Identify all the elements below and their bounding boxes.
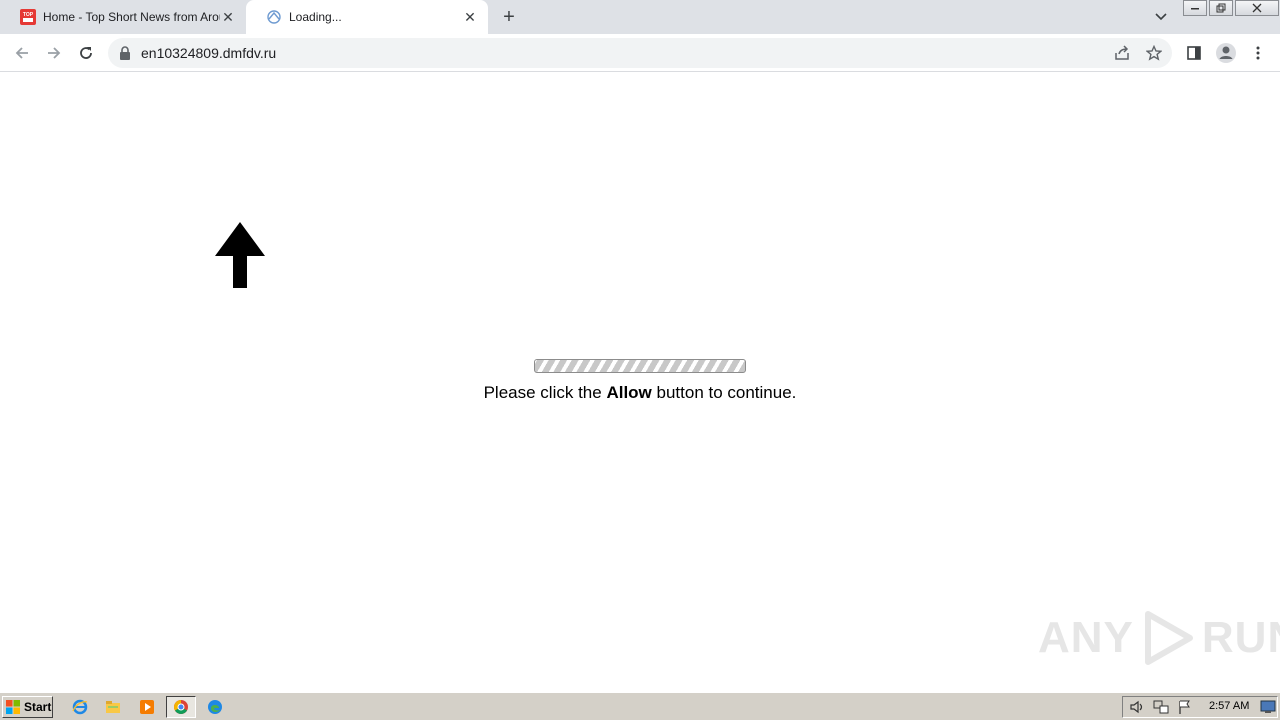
taskbar-clock[interactable]: 2:57 AM <box>1209 700 1249 712</box>
tab-search-icon[interactable] <box>1150 7 1172 27</box>
side-panel-icon[interactable] <box>1182 41 1206 65</box>
browser-toolbar: en10324809.dmfdv.ru <box>0 34 1280 72</box>
windows-taskbar: Start 2:57 AM <box>0 692 1280 720</box>
profile-avatar-icon[interactable] <box>1214 41 1238 65</box>
url-text: en10324809.dmfdv.ru <box>141 45 277 61</box>
tab-title: Home - Top Short News from Around the Wo… <box>43 10 220 24</box>
start-button[interactable]: Start <box>2 696 53 718</box>
window-controls <box>1183 0 1280 16</box>
forward-icon[interactable] <box>42 41 66 65</box>
svg-text:TOP: TOP <box>23 12 34 18</box>
lock-icon[interactable] <box>118 45 132 61</box>
close-icon[interactable]: ✕ <box>462 9 478 25</box>
allow-instruction-message: Please click the Allow button to continu… <box>483 383 797 402</box>
window-close-icon[interactable] <box>1235 0 1279 16</box>
media-player-icon[interactable] <box>137 697 157 717</box>
anyrun-watermark: ANY RUN <box>1038 608 1280 668</box>
reload-icon[interactable] <box>74 41 98 65</box>
minimize-icon[interactable] <box>1183 0 1207 16</box>
windows-logo-icon <box>6 700 20 714</box>
tab-home[interactable]: TOP Home - Top Short News from Around th… <box>0 0 246 34</box>
address-bar[interactable]: en10324809.dmfdv.ru <box>108 38 1172 68</box>
loading-favicon-icon <box>266 9 282 25</box>
internet-explorer-icon[interactable] <box>70 697 90 717</box>
action-center-flag-icon[interactable] <box>1177 699 1193 715</box>
chrome-taskbar-icon[interactable] <box>166 696 196 718</box>
arrow-up-icon <box>215 222 265 288</box>
top-news-favicon-icon: TOP <box>20 9 36 25</box>
volume-icon[interactable] <box>1129 699 1145 715</box>
back-icon[interactable] <box>10 41 34 65</box>
tab-strip: TOP Home - Top Short News from Around th… <box>0 0 1280 34</box>
new-tab-button[interactable]: + <box>498 6 520 28</box>
loading-progress-bar <box>534 359 746 373</box>
show-desktop-icon[interactable] <box>1260 699 1276 715</box>
close-icon[interactable]: ✕ <box>220 9 236 25</box>
bookmark-star-icon[interactable] <box>1144 43 1164 63</box>
network-icon[interactable] <box>1153 699 1169 715</box>
play-logo-icon <box>1144 611 1193 665</box>
system-tray: 2:57 AM <box>1122 696 1278 718</box>
file-explorer-icon[interactable] <box>103 697 123 717</box>
allow-keyword: Allow <box>606 383 652 402</box>
page-content: Please click the Allow button to continu… <box>0 72 1280 692</box>
tab-loading[interactable]: Loading... ✕ <box>246 0 488 34</box>
edge-icon[interactable] <box>205 697 225 717</box>
tab-title: Loading... <box>289 10 342 24</box>
share-icon[interactable] <box>1112 43 1132 63</box>
menu-kebab-icon[interactable] <box>1246 41 1270 65</box>
restore-icon[interactable] <box>1209 0 1233 16</box>
